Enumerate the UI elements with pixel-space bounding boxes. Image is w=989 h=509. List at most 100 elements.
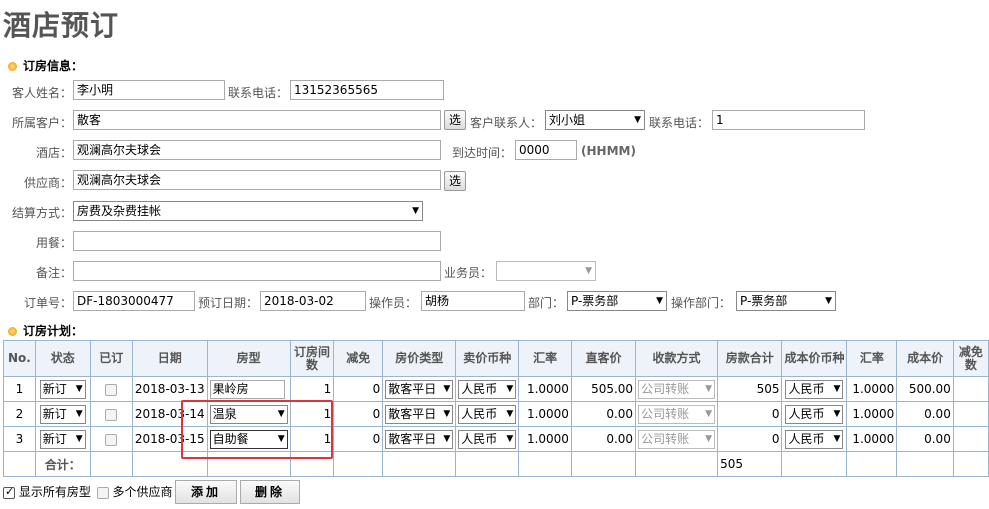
date-cell: 2018-03-15	[131, 426, 208, 452]
currency-select[interactable]: 人民币 ▼	[458, 379, 517, 399]
status-value: 新订	[42, 406, 67, 421]
row-no: 3	[3, 426, 36, 452]
dropdown-arrow-icon: ▼	[833, 408, 841, 419]
contact-phone-label: 联系电话：	[649, 116, 710, 130]
supplier-select-button[interactable]: 选	[444, 171, 466, 191]
cost-rate-cell[interactable]: 1.0000	[846, 401, 898, 427]
salesman-select[interactable]: ▼	[496, 261, 596, 281]
room-plan-table: No. 状态 已订 日期 房型 订房间数 减免 房价类型 卖价币种 汇率 直客价…	[3, 340, 989, 477]
remark-input[interactable]	[73, 261, 441, 281]
dropdown-arrow-icon: ▼	[443, 383, 451, 394]
add-button[interactable]: 添加	[175, 480, 237, 504]
settlement-value: 房费及杂费挂帐	[77, 204, 162, 218]
phone-input[interactable]: 13152365565	[290, 80, 444, 100]
contact-phone-input[interactable]: 1	[712, 110, 865, 130]
rooms-cell[interactable]: 1	[289, 426, 335, 452]
multi-supplier-checkbox[interactable]	[96, 486, 109, 499]
col-header: 收款方式	[635, 340, 719, 377]
phone-label: 联系电话：	[228, 86, 289, 100]
table-row: 2 新订 ▼ 2018-03-14 温泉 ▼ 1 0 散客平日 ▼ 人民币 ▼ 1.00…	[3, 401, 989, 427]
col-header: 卖价币种	[455, 340, 520, 377]
booked-checkbox[interactable]	[105, 408, 118, 421]
rate-cell[interactable]: 1.0000	[518, 376, 572, 402]
arrival-input[interactable]: 0000	[515, 140, 577, 160]
cost-cell[interactable]: 0.00	[896, 426, 954, 452]
cost-currency-select[interactable]: 人民币 ▼	[785, 404, 844, 424]
show-all-label: 显示所有房型	[18, 485, 91, 499]
dropdown-arrow-icon: ▼	[506, 408, 514, 419]
dropdown-arrow-icon: ▼	[825, 296, 832, 306]
room-type-select[interactable]: 温泉 ▼	[209, 404, 288, 424]
discount-count-cell[interactable]	[952, 376, 989, 402]
total-cell: 505	[717, 376, 783, 402]
cost-cell[interactable]: 0.00	[896, 401, 954, 427]
status-select[interactable]: 新订 ▼	[39, 404, 86, 424]
cost-cell[interactable]: 500.00	[896, 376, 954, 402]
table-row: 1 新订 ▼ 2018-03-13 果岭房 1 0 散客平日 ▼ 人民币 ▼ 1.00…	[3, 376, 989, 402]
dropdown-arrow-icon: ▼	[75, 383, 83, 394]
total-cell: 0	[717, 426, 783, 452]
delete-button[interactable]: 删除	[240, 480, 300, 504]
dropdown-arrow-icon: ▼	[506, 433, 514, 444]
dept-select[interactable]: P-票务部 ▼	[567, 291, 667, 311]
order-no-input[interactable]: DF-1803000477	[73, 291, 195, 311]
guest-name-label: 客人姓名：	[11, 86, 72, 100]
price-cell[interactable]: 505.00	[570, 376, 637, 402]
rate-cell[interactable]: 1.0000	[518, 401, 572, 427]
meal-input[interactable]	[73, 231, 441, 251]
customer-input[interactable]: 散客	[73, 110, 441, 130]
discount-count-cell[interactable]	[952, 426, 989, 452]
rooms-cell[interactable]: 1	[289, 376, 335, 402]
col-header: 汇率	[846, 340, 898, 377]
room-type-select[interactable]: 自助餐 ▼	[209, 429, 288, 449]
settlement-select[interactable]: 房费及杂费挂帐 ▼	[73, 201, 423, 221]
rate-cell[interactable]: 1.0000	[518, 426, 572, 452]
cost-rate-cell[interactable]: 1.0000	[846, 426, 898, 452]
guest-name-input[interactable]: 李小明	[73, 80, 225, 100]
order-date-label: 预订日期：	[198, 296, 259, 310]
booked-checkbox[interactable]	[105, 433, 118, 446]
currency-value: 人民币	[461, 381, 498, 396]
room-type-value: 自助餐	[212, 431, 249, 446]
status-select[interactable]: 新订 ▼	[39, 429, 86, 449]
dept-value: P-票务部	[571, 294, 619, 308]
currency-select[interactable]: 人民币 ▼	[458, 404, 517, 424]
discount-cell[interactable]: 0	[333, 426, 384, 452]
payment-select[interactable]: 公司转账 ▼	[638, 429, 716, 449]
cost-currency-select[interactable]: 人民币 ▼	[785, 429, 844, 449]
status-select[interactable]: 新订 ▼	[39, 379, 86, 399]
multi-supplier-label: 多个供应商	[112, 485, 173, 499]
discount-cell[interactable]: 0	[333, 401, 384, 427]
room-type-input[interactable]: 果岭房	[209, 379, 285, 399]
price-type-select[interactable]: 散客平日 ▼	[385, 404, 454, 424]
price-type-select[interactable]: 散客平日 ▼	[385, 379, 454, 399]
booked-checkbox[interactable]	[105, 383, 118, 396]
supplier-label: 供应商：	[23, 176, 72, 190]
operator-input[interactable]: 胡杨	[421, 291, 525, 311]
rooms-cell[interactable]: 1	[289, 401, 335, 427]
customer-select-button[interactable]: 选	[444, 110, 466, 130]
dropdown-arrow-icon: ▼	[833, 433, 841, 444]
payment-value: 公司转账	[641, 381, 690, 396]
price-cell[interactable]: 0.00	[570, 426, 637, 452]
discount-cell[interactable]: 0	[333, 376, 384, 402]
table-header-row: No. 状态 已订 日期 房型 订房间数 减免 房价类型 卖价币种 汇率 直客价…	[3, 340, 989, 377]
price-type-select[interactable]: 散客平日 ▼	[385, 429, 454, 449]
hotel-input[interactable]: 观澜高尔夫球会	[73, 140, 441, 160]
currency-select[interactable]: 人民币 ▼	[458, 429, 517, 449]
discount-count-cell[interactable]	[952, 401, 989, 427]
date-cell: 2018-03-14	[131, 401, 208, 427]
contact-select[interactable]: 刘小姐 ▼	[545, 110, 645, 130]
booking-info-title: 订房信息：	[23, 59, 84, 73]
order-date-input[interactable]: 2018-03-02	[260, 291, 366, 311]
payment-select[interactable]: 公司转账 ▼	[638, 379, 716, 399]
supplier-input[interactable]: 观澜高尔夫球会	[73, 170, 441, 190]
dropdown-arrow-icon: ▼	[705, 408, 713, 419]
op-dept-select[interactable]: P-票务部 ▼	[736, 291, 836, 311]
cost-currency-select[interactable]: 人民币 ▼	[785, 379, 844, 399]
price-cell[interactable]: 0.00	[570, 401, 637, 427]
show-all-checkbox[interactable]	[3, 485, 15, 499]
cost-rate-cell[interactable]: 1.0000	[846, 376, 898, 402]
payment-select[interactable]: 公司转账 ▼	[638, 404, 716, 424]
plan-title: 订房计划：	[23, 324, 84, 338]
